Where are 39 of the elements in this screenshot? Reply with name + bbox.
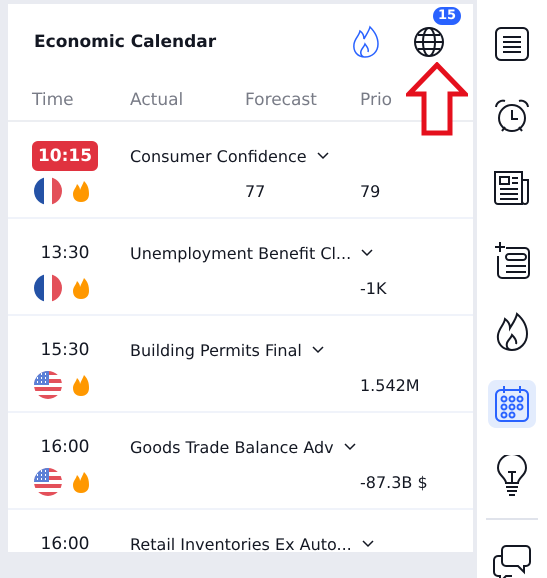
flame-icon [72, 180, 90, 202]
newspaper-icon [492, 168, 532, 208]
prior-value: -1K [360, 278, 388, 298]
list-icon [493, 25, 531, 63]
chevron-down-icon[interactable] [316, 152, 329, 160]
prior-value: 79 [360, 182, 382, 200]
event-name: Consumer Confidence [130, 146, 307, 166]
chat-icon [492, 542, 532, 578]
current-time-badge: 10:15 [32, 141, 98, 171]
globe-icon [413, 26, 445, 58]
event-time: 16:00 [40, 436, 90, 459]
chevron-down-icon[interactable] [312, 346, 324, 354]
flame-icon [72, 374, 90, 396]
event-name: Goods Trade Balance Adv [130, 438, 334, 456]
column-header: Forecast [245, 90, 318, 110]
event-name: Retail Inventories Ex Auto... [130, 534, 352, 552]
column-header: Prio [360, 90, 394, 110]
flame-icon [350, 25, 380, 59]
count-badge: 15 [433, 7, 462, 25]
prior-value: 1.542M [360, 376, 421, 394]
event-name: Unemployment Benefit Cl... [130, 244, 352, 262]
forecast-value: 77 [245, 182, 266, 200]
event-time: 16:00 [40, 533, 90, 552]
event-time: 15:30 [40, 339, 90, 362]
panel-title: Economic Calendar [34, 32, 218, 52]
chevron-down-icon[interactable] [344, 443, 356, 451]
add-list-icon [492, 240, 532, 280]
event-name: Building Permits Final [130, 340, 302, 360]
globe-button[interactable] [413, 26, 445, 58]
prior-value: -87.3B $ [360, 472, 429, 492]
lightbulb-icon [494, 455, 530, 497]
chevron-down-icon[interactable] [361, 249, 374, 257]
event-time: 13:30 [40, 242, 90, 265]
flame-icon [72, 277, 90, 299]
chevron-down-icon[interactable] [362, 540, 374, 548]
column-header: Time [32, 90, 75, 110]
calendar-icon [493, 384, 531, 424]
flame-icon [72, 471, 90, 493]
column-header: Actual [130, 90, 184, 110]
